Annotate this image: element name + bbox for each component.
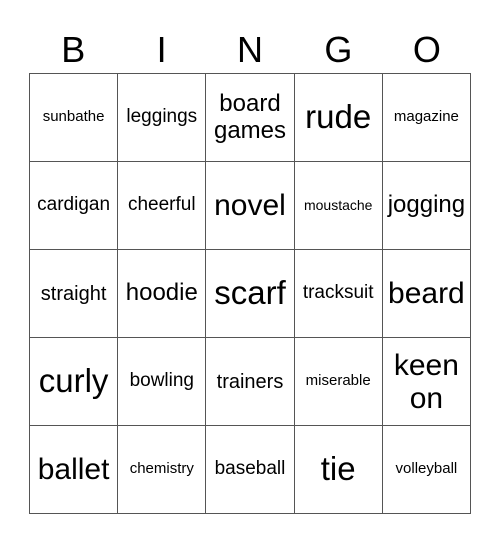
bingo-cell[interactable]: baseball bbox=[206, 426, 295, 514]
bingo-cell[interactable]: jogging bbox=[382, 162, 471, 250]
header-letter-n: N bbox=[237, 29, 264, 70]
bingo-cell[interactable]: cardigan bbox=[30, 162, 119, 250]
bingo-cell[interactable]: sunbathe bbox=[30, 74, 119, 162]
bingo-cell[interactable]: volleyball bbox=[382, 426, 471, 514]
bingo-cell[interactable]: trainers bbox=[206, 338, 295, 426]
bingo-cell[interactable]: hoodie bbox=[118, 250, 207, 338]
bingo-card-grid: sunbathe leggings board games rude magazine c… bbox=[29, 73, 471, 514]
bingo-cell[interactable]: bowling bbox=[118, 338, 207, 426]
bingo-cell[interactable]: keen on bbox=[382, 338, 471, 426]
bingo-cell[interactable]: straight bbox=[30, 250, 119, 338]
bingo-cell[interactable]: rude bbox=[294, 74, 383, 162]
bingo-cell[interactable]: ballet bbox=[30, 426, 119, 514]
bingo-header: B I N G O bbox=[29, 30, 471, 70]
bingo-cell[interactable]: magazine bbox=[382, 74, 471, 162]
header-letter-b: B bbox=[61, 29, 86, 70]
bingo-cell[interactable]: cheerful bbox=[118, 162, 207, 250]
header-letter-g: G bbox=[324, 29, 353, 70]
bingo-cell[interactable]: curly bbox=[30, 338, 119, 426]
bingo-cell[interactable]: scarf bbox=[206, 250, 295, 338]
bingo-cell[interactable]: tracksuit bbox=[294, 250, 383, 338]
bingo-cell[interactable]: chemistry bbox=[118, 426, 207, 514]
bingo-cell[interactable]: miserable bbox=[294, 338, 383, 426]
bingo-cell[interactable]: beard bbox=[382, 250, 471, 338]
bingo-cell[interactable]: moustache bbox=[294, 162, 383, 250]
bingo-cell[interactable]: leggings bbox=[118, 74, 207, 162]
bingo-cell[interactable]: tie bbox=[294, 426, 383, 514]
header-letter-o: O bbox=[412, 29, 441, 70]
bingo-cell[interactable]: board games bbox=[206, 74, 295, 162]
header-letter-i: I bbox=[156, 29, 167, 70]
bingo-cell[interactable]: novel bbox=[206, 162, 295, 250]
